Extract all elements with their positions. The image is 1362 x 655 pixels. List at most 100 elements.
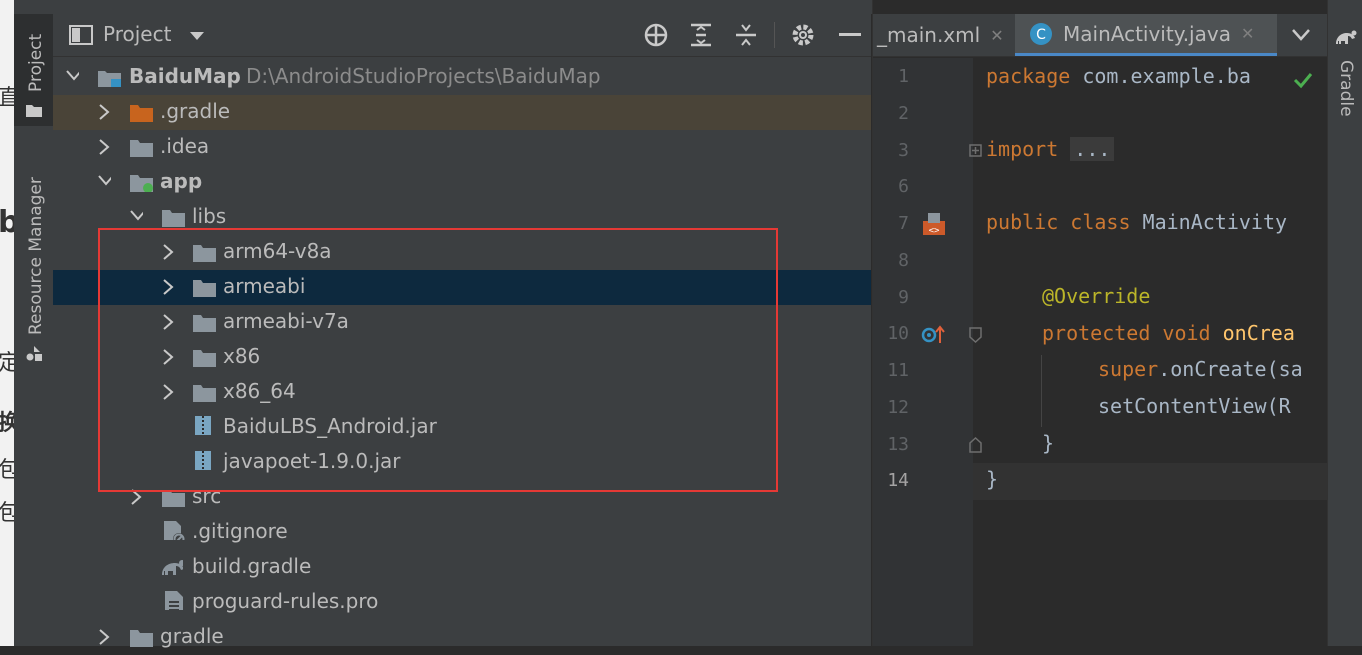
code-line-12[interactable]: setContentView(R <box>1098 394 1291 418</box>
svg-text:C: C <box>1036 27 1046 43</box>
close-icon[interactable]: ✕ <box>990 26 1003 45</box>
tree-item-label: gradle <box>160 624 224 648</box>
tree-item-label: proguard-rules.pro <box>192 589 379 613</box>
background-page-strip: 直 b 定 换 包 包 <box>0 0 14 646</box>
red-highlight-box <box>98 228 778 492</box>
code-line-3[interactable]: import ... <box>986 137 1115 161</box>
chevron-down-icon[interactable] <box>129 208 143 226</box>
code-line-14[interactable]: } <box>986 467 998 491</box>
folder-icon <box>162 210 185 227</box>
tab-mainactivity-java[interactable]: C MainActivity.java ✕ <box>1015 14 1277 56</box>
line-number: 13 <box>887 434 909 455</box>
resource-manager-tab-label: Resource Manager <box>26 177 46 335</box>
line-number: 7 <box>898 213 909 234</box>
collapse-all-icon[interactable] <box>731 20 761 50</box>
tab-main-xml[interactable]: _main.xml ✕ <box>873 14 1015 56</box>
code-line-7[interactable]: public class MainActivity <box>986 210 1287 234</box>
project-view-selector[interactable]: Project <box>103 22 171 46</box>
line-number: 6 <box>898 176 909 197</box>
line-number: 1 <box>898 66 909 87</box>
chevron-right-icon[interactable] <box>97 103 111 121</box>
file-icon <box>165 591 183 610</box>
line-number: 10 <box>887 323 909 344</box>
close-icon[interactable]: ✕ <box>1241 24 1254 43</box>
resource-manager-icon <box>26 346 42 361</box>
chevron-down-icon[interactable] <box>1291 28 1311 42</box>
line-number: 9 <box>898 287 909 308</box>
tab-label: MainActivity.java <box>1063 21 1231 46</box>
override-method-icon[interactable] <box>921 324 947 346</box>
hide-panel-icon[interactable] <box>835 20 865 50</box>
tree-item-label: .idea <box>160 134 210 158</box>
page-glyph: 包 <box>0 501 14 526</box>
page-glyph: 换 <box>0 411 14 436</box>
project-panel-header: Project <box>53 14 871 57</box>
line-number: 3 <box>898 140 909 161</box>
tree-item-label: libs <box>192 204 227 228</box>
line-number: 8 <box>898 250 909 271</box>
tree-row-baidumap[interactable]: BaiduMap D:\AndroidStudioProjects\BaiduM… <box>53 60 871 95</box>
chevron-down-icon[interactable] <box>97 173 111 191</box>
toolbar-divider <box>774 22 775 48</box>
gradle-tool-tab[interactable]: Gradle <box>1328 22 1362 132</box>
indent-guide <box>1041 355 1042 427</box>
folder-icon <box>26 105 42 117</box>
expand-all-icon[interactable] <box>686 20 716 50</box>
chevron-down-icon[interactable] <box>189 31 205 41</box>
gradle-icon <box>162 560 183 575</box>
current-line-highlight <box>973 463 1328 500</box>
tab-label: _main.xml <box>877 23 981 47</box>
left-tool-window-bar: Project Resource Manager <box>14 0 54 646</box>
resource-manager-tool-tab[interactable]: Resource Manager <box>14 150 53 370</box>
android-module-icon <box>130 175 153 192</box>
tree-row-app[interactable]: app <box>53 165 871 200</box>
folded-imports[interactable]: ... <box>1070 137 1115 161</box>
chevron-down-icon[interactable] <box>65 68 79 86</box>
line-number: 14 <box>887 470 909 491</box>
page-glyph: 定 <box>0 351 14 376</box>
line-number: 12 <box>887 397 909 418</box>
layout-link-icon[interactable]: <> <box>922 211 948 237</box>
fold-marker-icon[interactable] <box>969 326 983 344</box>
code-editor: _main.xml ✕ C MainActivity.java ✕ 1 2 3 … <box>872 0 1328 646</box>
chevron-right-icon[interactable] <box>97 628 111 646</box>
line-number: 2 <box>898 103 909 124</box>
java-class-icon: C <box>1030 22 1052 45</box>
right-tool-window-bar: Gradle <box>1327 0 1362 646</box>
tree-row-build-gradle[interactable]: build.gradle <box>53 550 871 585</box>
fold-marker-icon[interactable] <box>969 143 983 159</box>
code-line-1[interactable]: package com.example.ba <box>986 64 1251 88</box>
project-view-icon <box>69 25 93 45</box>
tree-item-label: .gitignore <box>192 519 288 543</box>
code-line-9[interactable]: @Override <box>1042 284 1150 308</box>
tree-row-idea[interactable]: .idea <box>53 130 871 165</box>
folder-orange-icon <box>130 105 153 122</box>
gradle-elephant-icon <box>1336 30 1357 44</box>
tree-item-label: app <box>160 169 203 193</box>
tree-item-label: build.gradle <box>192 554 312 578</box>
line-number: 11 <box>887 360 909 381</box>
code-line-13[interactable]: } <box>1042 431 1054 455</box>
tree-row-gradle[interactable]: gradle <box>53 620 871 655</box>
page-glyph: 包 <box>0 458 14 483</box>
page-glyph: b <box>0 205 14 240</box>
tree-row-gitignore[interactable]: .gitignore <box>53 515 871 550</box>
editor-tab-bar: _main.xml ✕ C MainActivity.java ✕ <box>873 14 1328 57</box>
tree-item-path: D:\AndroidStudioProjects\BaiduMap <box>246 64 601 88</box>
tree-row-proguard[interactable]: proguard-rules.pro <box>53 585 871 620</box>
svg-text:<>: <> <box>929 226 940 236</box>
gradle-tab-label: Gradle <box>1336 60 1356 117</box>
tree-row-gradle-hidden[interactable]: .gradle <box>53 95 871 130</box>
gitignore-icon <box>164 521 185 540</box>
code-line-10[interactable]: protected void onCrea <box>1042 321 1295 345</box>
fold-marker-icon[interactable] <box>969 436 983 454</box>
gear-icon[interactable] <box>788 20 818 50</box>
chevron-right-icon[interactable] <box>97 138 111 156</box>
folder-icon <box>130 630 153 647</box>
page-glyph: 直 <box>0 86 14 111</box>
project-tool-tab[interactable]: Project <box>14 14 53 126</box>
tree-item-label: BaiduMap <box>129 64 241 88</box>
locate-file-icon[interactable] <box>641 20 671 50</box>
project-tool-tab-label: Project <box>26 33 46 92</box>
code-line-11[interactable]: super.onCreate(sa <box>1098 357 1303 381</box>
